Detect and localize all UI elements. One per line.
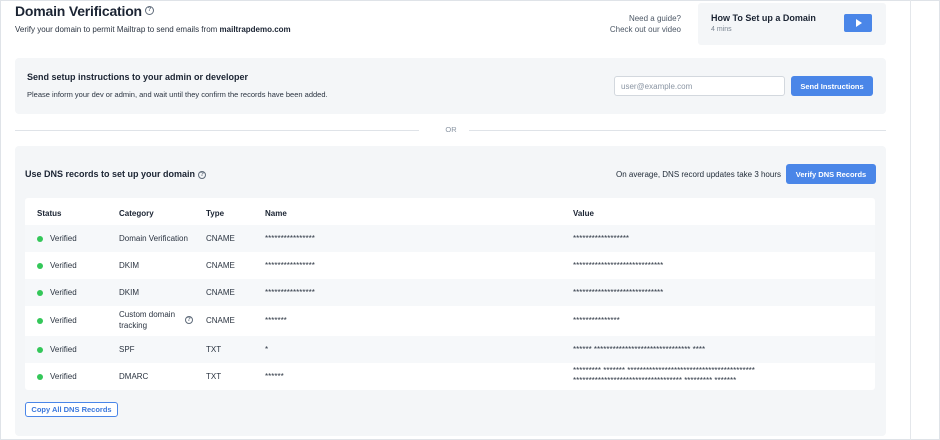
dns-records-table: Status Category Type Name Value Verified… xyxy=(25,198,875,390)
page-title: Domain Verification? xyxy=(15,3,154,19)
subtitle-text: Verify your domain to permit Mailtrap to… xyxy=(15,25,220,34)
page-subtitle: Verify your domain to permit Mailtrap to… xyxy=(15,25,291,34)
value-cell: ****************** xyxy=(573,234,630,243)
admin-panel-subtitle: Please inform your dev or admin, and wai… xyxy=(27,90,328,99)
guide-line-2: Check out our video xyxy=(609,25,681,34)
help-icon[interactable]: ? xyxy=(198,170,207,179)
column-header-status: Status xyxy=(37,209,62,218)
guide-prompt: Need a guide? Check out our video xyxy=(588,13,681,35)
type-cell: CNAME xyxy=(206,316,235,325)
status-text: Verified xyxy=(50,372,77,381)
status-dot xyxy=(37,263,43,269)
guide-line-1: Need a guide? xyxy=(628,14,681,23)
type-cell: CNAME xyxy=(206,234,235,243)
category-cell-line-2: tracking xyxy=(119,321,148,330)
category-cell: DKIM xyxy=(119,288,139,297)
value-cell: ***************************** xyxy=(573,261,664,270)
table-row: Verified DKIM CNAME **************** ***… xyxy=(25,279,875,306)
dns-update-note: On average, DNS record updates take 3 ho… xyxy=(616,170,781,179)
send-instructions-button[interactable]: Send Instructions xyxy=(791,76,873,96)
column-header-value: Value xyxy=(573,209,594,218)
name-cell: **************** xyxy=(265,288,315,297)
play-icon[interactable] xyxy=(844,14,872,32)
table-row: Verified Domain Verification CNAME *****… xyxy=(25,225,875,252)
help-icon[interactable]: ? xyxy=(144,6,154,16)
status-text: Verified xyxy=(50,261,77,270)
video-title: How To Set up a Domain xyxy=(711,13,816,23)
dns-panel-title-text: Use DNS records to set up your domain xyxy=(25,169,196,179)
table-row: Verified Custom domain tracking ? CNAME … xyxy=(25,306,875,336)
category-cell: SPF xyxy=(119,345,135,354)
page-title-text: Domain Verification xyxy=(15,3,142,19)
category-cell-line-1: Custom domain xyxy=(119,310,176,319)
name-cell: **************** xyxy=(265,234,315,243)
table-row: Verified DMARC TXT ****** ********* ****… xyxy=(25,363,875,390)
category-cell: DKIM xyxy=(119,261,139,270)
video-duration: 4 mins xyxy=(711,26,732,33)
admin-instructions-panel: Send setup instructions to your admin or… xyxy=(15,58,886,114)
name-cell: ******* xyxy=(265,316,287,325)
help-icon[interactable]: ? xyxy=(185,316,193,324)
right-divider xyxy=(910,0,911,440)
name-cell: ****** xyxy=(265,372,284,381)
or-label: OR xyxy=(445,125,457,134)
status-dot xyxy=(37,236,43,242)
divider-line-left xyxy=(15,130,419,131)
video-card[interactable]: How To Set up a Domain 4 mins xyxy=(698,3,886,45)
status-dot xyxy=(37,347,43,353)
type-cell: TXT xyxy=(206,372,222,381)
copy-all-dns-records-button[interactable]: Copy All DNS Records xyxy=(25,402,118,417)
type-cell: CNAME xyxy=(206,288,235,297)
status-text: Verified xyxy=(50,234,77,243)
status-dot xyxy=(37,290,43,296)
or-divider: OR xyxy=(15,124,886,136)
status-dot xyxy=(37,374,43,380)
domain-name: mailtrapdemo.com xyxy=(219,25,291,34)
table-row: Verified DKIM CNAME **************** ***… xyxy=(25,252,875,279)
status-text: Verified xyxy=(50,288,77,297)
column-header-type: Type xyxy=(206,209,225,218)
divider-line-right xyxy=(469,130,886,131)
value-cell: ***************************** xyxy=(573,288,664,297)
admin-panel-title: Send setup instructions to your admin or… xyxy=(27,72,249,82)
dns-records-panel: Use DNS records to set up your domain? O… xyxy=(15,146,886,436)
verify-dns-records-button[interactable]: Verify DNS Records xyxy=(786,164,876,184)
column-header-category: Category xyxy=(119,209,154,218)
status-text: Verified xyxy=(50,345,77,354)
value-cell: *************** xyxy=(573,316,620,325)
value-cell-line-2: *********************************** ****… xyxy=(573,376,737,385)
column-header-name: Name xyxy=(265,209,287,218)
value-cell: ****** ******************************* *… xyxy=(573,345,706,354)
table-row: Verified SPF TXT * ****** **************… xyxy=(25,336,875,363)
value-cell-line-1: ********* ******* **********************… xyxy=(573,366,755,375)
name-cell: **************** xyxy=(265,261,315,270)
type-cell: TXT xyxy=(206,345,222,354)
email-input[interactable] xyxy=(614,76,785,96)
name-cell: * xyxy=(265,345,269,354)
status-dot xyxy=(37,318,43,324)
category-cell: DMARC xyxy=(119,372,149,381)
dns-panel-title: Use DNS records to set up your domain? xyxy=(25,169,207,179)
status-text: Verified xyxy=(50,316,77,325)
category-cell: Domain Verification xyxy=(119,234,188,243)
type-cell: CNAME xyxy=(206,261,235,270)
